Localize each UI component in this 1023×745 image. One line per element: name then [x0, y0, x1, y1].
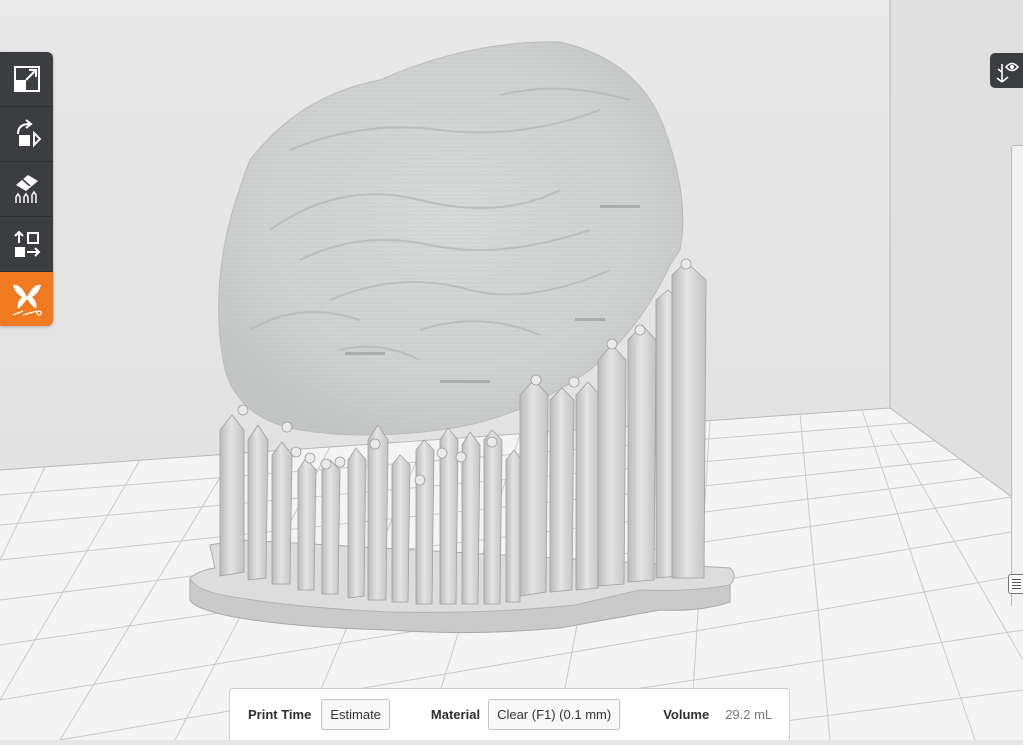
scale-tool-button[interactable]	[0, 52, 53, 107]
left-toolbar	[0, 52, 53, 326]
layout-icon	[13, 230, 40, 257]
scale-icon	[13, 66, 40, 92]
layer-slider-handle[interactable]	[1008, 574, 1023, 594]
build-platform-viewport[interactable]	[0, 0, 1023, 741]
layout-tool-button[interactable]	[0, 217, 53, 272]
supports-tool-button[interactable]	[0, 162, 53, 217]
rotate-tool-button[interactable]	[0, 107, 53, 162]
slider-grip-icon	[1012, 579, 1021, 589]
estimate-button[interactable]: Estimate	[321, 699, 390, 730]
scene-3d[interactable]	[0, 0, 1023, 741]
rotate-icon	[16, 119, 41, 148]
job-info-bar: Print Time Estimate Material Clear (F1) …	[229, 688, 790, 740]
print-time-label: Print Time	[248, 707, 312, 722]
volume-label: Volume	[663, 707, 710, 722]
material-label: Material	[430, 707, 481, 722]
view-options-button[interactable]	[990, 53, 1023, 88]
supports-icon	[14, 175, 38, 203]
view-eye-icon	[996, 62, 1019, 83]
form-wizard-tool-button[interactable]	[0, 272, 53, 326]
form-wizard-icon	[12, 284, 42, 316]
volume-value: 29.2 mL	[725, 707, 773, 722]
layer-slider-track[interactable]	[1011, 145, 1023, 606]
material-select[interactable]: Clear (F1) (0.1 mm)	[488, 699, 621, 730]
